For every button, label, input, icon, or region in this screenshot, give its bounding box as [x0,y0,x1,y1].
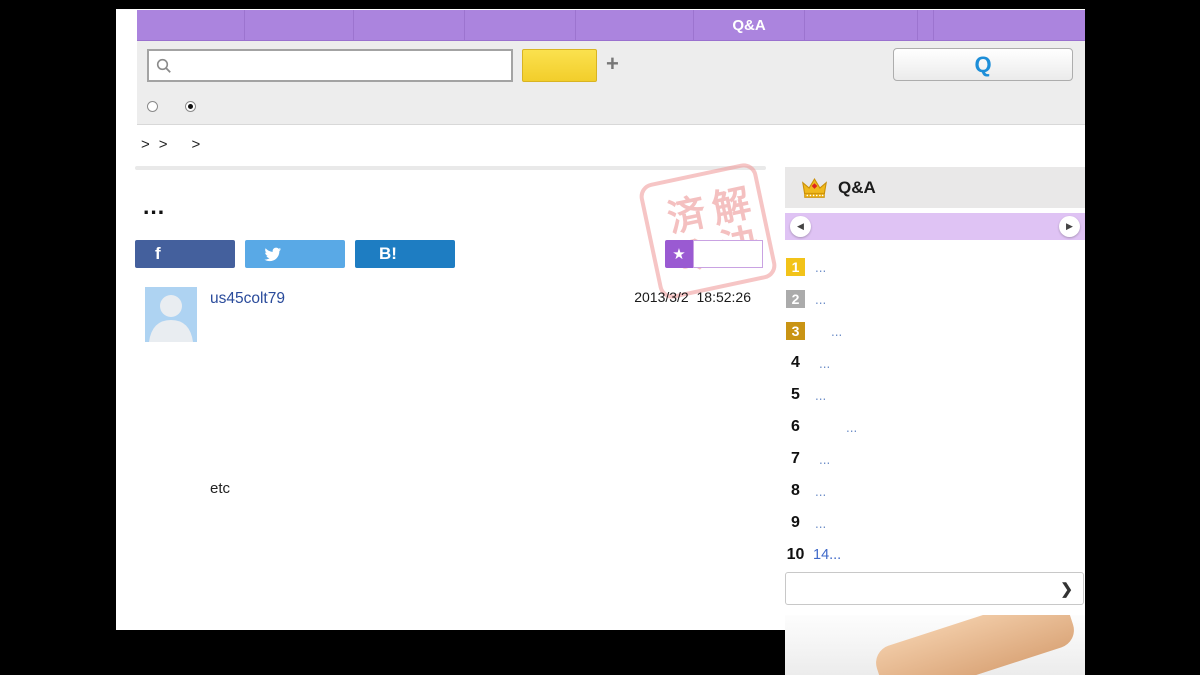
category-carousel: ◀ ▶ [785,213,1085,240]
hatena-icon: B! [379,244,397,263]
favorite-widget: ★ [665,240,763,268]
nav-tab-7[interactable] [805,10,918,40]
search-scope-radio-1[interactable] [147,101,158,112]
breadcrumb-separator: > [191,136,201,153]
rank-number: 4 [791,354,800,371]
ranking-link[interactable]: ... [819,452,830,467]
rank-number: 5 [791,386,800,403]
username-link[interactable]: us45colt79 [210,290,285,308]
ranking-link[interactable]: ... [815,260,826,275]
ranking-item-2[interactable]: 2 ... [785,283,1085,315]
ranking-link[interactable]: 14... [813,547,841,563]
plus-icon[interactable]: + [606,51,619,77]
ranking-item-9[interactable]: 9 ... [785,507,1085,539]
ranking-item-4[interactable]: 4 ... [785,347,1085,379]
search-scope-radio-2[interactable] [185,101,196,112]
ranking-sidebar: Q&A ◀ ▶ 1 ... 2 ... 3 ... 4 ... 5 ... 6 … [785,167,1085,675]
question-title: ... [143,193,166,219]
left-arrow-icon: ◀ [797,221,804,231]
nav-tab-2[interactable] [245,10,354,40]
ranking-list: 1 ... 2 ... 3 ... 4 ... 5 ... 6 ... 7 ..… [785,251,1085,571]
search-header: + Q [137,41,1085,125]
favorite-star-button[interactable]: ★ [665,240,693,268]
ranking-item-7[interactable]: 7 ... [785,443,1085,475]
ranking-item-3[interactable]: 3 ... [785,315,1085,347]
avatar[interactable] [145,287,197,342]
ranking-link[interactable]: ... [815,484,826,499]
carousel-prev-button[interactable]: ◀ [790,216,811,237]
top-nav: Q&A [137,10,1085,41]
search-icon [156,58,171,73]
ranking-link[interactable]: ... [815,516,826,531]
rank-number: 7 [791,450,800,467]
search-submit-button[interactable] [522,49,597,82]
facebook-icon: f [155,244,161,263]
ranking-item-5[interactable]: 5 ... [785,379,1085,411]
ranking-link[interactable]: ... [846,420,857,435]
rank-badge-bronze: 3 [786,322,805,340]
nav-tab-8[interactable] [918,10,934,40]
rank-number: 8 [791,482,800,499]
ranking-item-1[interactable]: 1 ... [785,251,1085,283]
ranking-link[interactable]: ... [815,292,826,307]
ranking-more-button[interactable]: ❯ [785,572,1084,605]
ranking-item-6[interactable]: 6 ... [785,411,1085,443]
right-arrow-icon: ▶ [1066,221,1073,231]
nav-tab-qa[interactable]: Q&A [694,10,805,40]
facebook-share-button[interactable]: f [135,240,235,268]
sidebar-title: Q&A [838,177,876,197]
ranking-link[interactable]: ... [815,388,826,403]
sidebar-image-teaser[interactable] [785,615,1085,675]
solved-stamp: 解決 済み [637,160,779,302]
breadcrumb: > > > [141,136,200,153]
twitter-bird-icon [264,247,282,262]
post-datetime: 2013/3/2 18:52:26 [634,289,751,305]
rank-number: 10 [786,546,805,563]
person-silhouette-icon [149,295,193,342]
post-body-text: etc [210,480,231,497]
carousel-next-button[interactable]: ▶ [1059,216,1080,237]
breadcrumb-separator: > [158,136,168,153]
section-divider [135,166,766,170]
search-scope-options [147,101,196,112]
search-box[interactable] [147,49,513,82]
hatena-bookmark-button[interactable]: B! [355,240,455,268]
rank-number: 9 [791,514,800,531]
nav-tab-1[interactable] [137,10,245,40]
search-input[interactable] [172,51,511,80]
sidebar-header: Q&A [785,167,1085,208]
twitter-share-button[interactable] [245,240,345,268]
nav-tab-4[interactable] [465,10,576,40]
ranking-item-10[interactable]: 10 14... [785,539,1085,571]
nav-tab-label: Q&A [732,16,766,34]
ranking-link[interactable]: ... [819,356,830,371]
crown-icon [802,177,827,198]
ranking-item-8[interactable]: 8 ... [785,475,1085,507]
rank-badge-gold: 1 [786,258,805,276]
nav-tab-3[interactable] [354,10,465,40]
star-icon: ★ [672,246,686,263]
nav-tab-9[interactable] [934,10,1085,40]
rank-number: 6 [791,418,800,435]
favorite-count [693,240,763,268]
ranking-link[interactable]: ... [831,324,842,339]
breadcrumb-separator: > [141,136,150,153]
nav-tab-5[interactable] [576,10,694,40]
rank-badge-silver: 2 [786,290,805,308]
ask-question-button[interactable]: Q [893,48,1073,81]
arm-photo-fragment [871,615,1079,675]
chevron-right-icon: ❯ [1060,581,1073,598]
content-page: Q&A + Q > > > ... 解決 済み f B! ★ 2013/3/2 … [116,9,1085,675]
